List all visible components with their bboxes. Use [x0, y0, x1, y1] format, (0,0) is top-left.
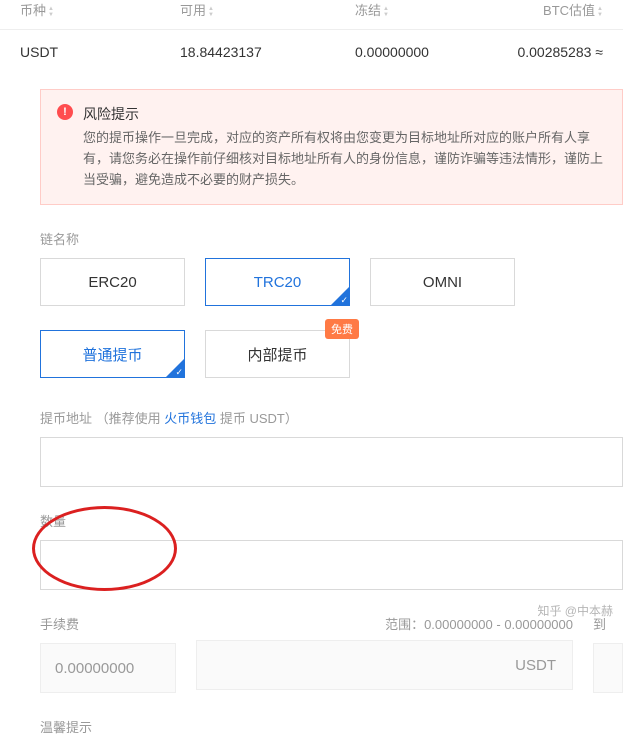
alert-text: 您的提币操作一旦完成，对应的资产所有权将由您变更为目标地址所对应的账户所有人享有…	[83, 128, 606, 190]
warning-icon: !	[57, 104, 73, 120]
withdraw-internal-label: 内部提币	[247, 344, 307, 365]
sort-icon	[208, 6, 214, 18]
col-header-btc[interactable]: BTC估值	[510, 0, 603, 19]
risk-alert: ! 风险提示 您的提币操作一旦完成，对应的资产所有权将由您变更为目标地址所对应的…	[40, 89, 623, 205]
chain-option-omni[interactable]: OMNI	[370, 258, 515, 306]
cell-available: 18.84423137	[180, 44, 355, 60]
withdraw-option-normal[interactable]: 普通提币	[40, 330, 185, 378]
cell-frozen: 0.00000000	[355, 44, 510, 60]
fee-label: 手续费	[40, 614, 176, 633]
chain-option-erc20[interactable]: ERC20	[40, 258, 185, 306]
sort-icon	[383, 6, 389, 18]
free-badge: 免费	[325, 319, 359, 339]
cell-currency: USDT	[20, 44, 180, 60]
cell-btc: 0.00285283 ≈	[510, 44, 603, 60]
alert-title: 风险提示	[83, 104, 606, 124]
fee-input[interactable]	[41, 660, 175, 677]
table-row: USDT 18.84423137 0.00000000 0.00285283 ≈	[0, 30, 623, 74]
amount-label: 数量	[40, 511, 623, 530]
col-header-frozen[interactable]: 冻结	[355, 0, 510, 19]
sort-icon	[48, 6, 54, 18]
address-label: 提币地址 （推荐使用 火币钱包 提币 USDT）	[40, 408, 623, 427]
withdraw-option-internal[interactable]: 内部提币 免费	[205, 330, 350, 378]
warm-tip: 温馨提示	[40, 717, 623, 736]
usdt-suffix: USDT	[499, 657, 572, 674]
col-header-currency[interactable]: 币种	[20, 0, 180, 19]
chain-option-trc20[interactable]: TRC20	[205, 258, 350, 306]
col-header-available[interactable]: 可用	[180, 0, 355, 19]
watermark: 知乎 @中本赫	[537, 602, 613, 619]
fee-range: 范围：0.00000000 - 0.00000000	[196, 614, 573, 633]
sort-icon	[597, 6, 603, 18]
amount-input[interactable]	[40, 540, 623, 590]
address-input[interactable]	[40, 437, 623, 487]
wallet-link[interactable]: 火币钱包	[164, 411, 216, 426]
chain-label: 链名称	[40, 229, 623, 248]
